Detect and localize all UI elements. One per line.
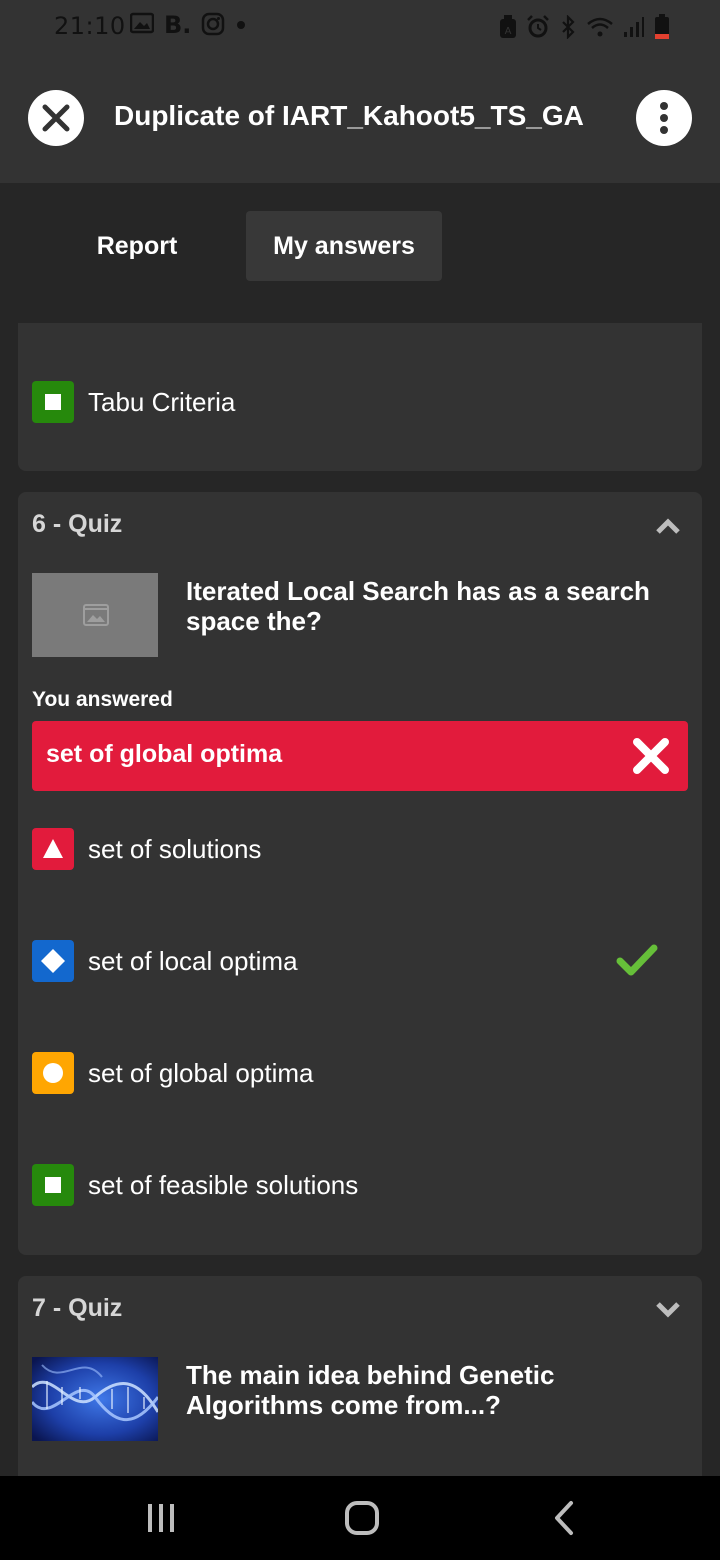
- question-card-6: 6 - Quiz Iterated Local Search has as a …: [18, 492, 702, 1255]
- image-placeholder-icon: [83, 604, 109, 626]
- question-text: The main idea behind Genetic Algorithms …: [186, 1360, 555, 1420]
- page-title: Duplicate of IART_Kahoot5_TS_GA: [114, 100, 584, 131]
- status-time: 21:10: [54, 12, 126, 40]
- bluetooth-icon: [559, 14, 577, 43]
- option-text: set of solutions: [88, 834, 262, 864]
- close-icon: [42, 104, 70, 132]
- chevron-down-icon[interactable]: [656, 1302, 680, 1318]
- battery-low-icon: [654, 14, 670, 44]
- tab-report[interactable]: Report: [68, 211, 206, 281]
- dna-image: [30, 1357, 160, 1441]
- signal-icon: [623, 15, 645, 43]
- diamond-icon: [32, 940, 74, 982]
- question-text: Iterated Local Search has as a search sp…: [186, 576, 650, 636]
- svg-text:A: A: [505, 26, 512, 37]
- tab-my-answers[interactable]: My answers: [246, 211, 442, 281]
- question-image: [30, 1357, 160, 1441]
- circle-icon: [32, 1052, 74, 1094]
- option-text: Tabu Criteria: [88, 387, 236, 417]
- recent-apps-icon[interactable]: [146, 1502, 176, 1534]
- previous-question-card: Tabu Criteria: [18, 323, 702, 471]
- dot-icon: [235, 12, 247, 38]
- nfc-icon: A: [499, 15, 517, 43]
- question-image-placeholder: [32, 573, 158, 657]
- wrong-icon: [633, 738, 669, 774]
- instagram-icon: [201, 12, 225, 38]
- gallery-icon: [129, 12, 155, 38]
- you-answered-label: You answered: [32, 688, 173, 711]
- question-label: 7 - Quiz: [32, 1294, 123, 1322]
- your-answer-text: set of global optima: [46, 740, 283, 768]
- system-nav-bar: [0, 1476, 720, 1560]
- question-card-7[interactable]: 7 - Quiz The main idea behind Genetic Al…: [18, 1276, 702, 1496]
- home-icon[interactable]: [344, 1500, 380, 1536]
- option-text: set of feasible solutions: [88, 1170, 359, 1200]
- correct-check-icon: [616, 944, 658, 976]
- status-bar: 21:10 B. A: [0, 0, 720, 56]
- square-icon: [32, 1164, 74, 1206]
- square-icon: [32, 381, 74, 423]
- tab-bar: Report My answers: [0, 183, 720, 323]
- wifi-icon: [586, 15, 614, 43]
- close-button[interactable]: [28, 90, 84, 146]
- app-header: Duplicate of IART_Kahoot5_TS_GA: [0, 56, 720, 183]
- option-text: set of local optima: [88, 946, 298, 976]
- back-icon[interactable]: [552, 1500, 576, 1536]
- option-text: set of global optima: [88, 1058, 314, 1088]
- b-icon: B.: [164, 11, 192, 39]
- chevron-up-icon[interactable]: [656, 518, 680, 534]
- more-options-button[interactable]: [636, 90, 692, 146]
- triangle-icon: [32, 828, 74, 870]
- kebab-menu-icon: [660, 102, 668, 134]
- alarm-icon: [526, 15, 550, 43]
- question-label: 6 - Quiz: [32, 510, 123, 538]
- your-answer-bar: set of global optima: [32, 721, 688, 791]
